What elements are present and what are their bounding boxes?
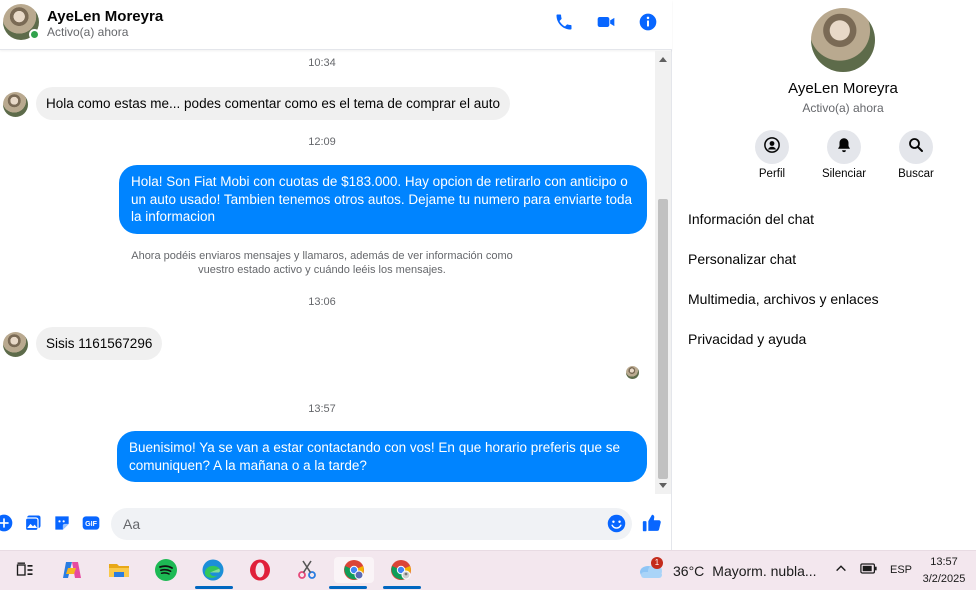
menu-item-media-files-links[interactable]: Multimedia, archivos y enlaces	[688, 290, 879, 330]
battery-icon[interactable]	[860, 562, 878, 578]
contact-name[interactable]: AyeLen Moreyra	[47, 8, 163, 25]
chrome-profile-2-icon[interactable]	[383, 557, 421, 589]
message-input-placeholder: Aa	[123, 516, 141, 532]
seen-indicator-avatar	[626, 366, 639, 379]
message-line: un auto usado! Tambien tenemos otros aut…	[131, 191, 633, 207]
weather-description: Mayorm. nubla...	[712, 562, 817, 579]
menu-item-chat-info[interactable]: Información del chat	[688, 210, 879, 250]
scroll-thumb[interactable]	[658, 199, 668, 479]
taskbar-apps	[12, 557, 421, 589]
taskbar-clock[interactable]: 13:57 3/2/2025	[912, 554, 976, 588]
system-note-line: vuestro estado activo y cuándo leéis los…	[198, 264, 446, 276]
profile-label: Perfil	[758, 168, 786, 180]
message-avatar[interactable]	[3, 92, 28, 117]
windows-taskbar: 1 36°C Mayorm. nubla... ESP 13:57 3/2/20…	[0, 550, 976, 590]
header-actions	[554, 12, 658, 32]
info-icon[interactable]	[638, 12, 658, 32]
clock-time: 13:57	[930, 556, 958, 568]
plus-icon[interactable]	[0, 513, 14, 533]
spotify-icon[interactable]	[153, 557, 179, 583]
gif-label: GIF	[85, 520, 97, 528]
emoji-icon[interactable]	[606, 513, 627, 534]
video-camera-icon[interactable]	[596, 12, 616, 32]
gallery-icon[interactable]	[23, 513, 43, 533]
outgoing-message[interactable]: Buenisimo! Ya se van a estar contactando…	[117, 431, 647, 482]
scroll-down-arrow-icon[interactable]	[659, 483, 667, 488]
chevron-up-icon[interactable]	[834, 561, 848, 578]
snipping-tool-icon[interactable]	[294, 557, 320, 583]
bell-icon	[835, 136, 853, 159]
search-label: Buscar	[898, 168, 934, 180]
message-line: Hola! Son Fiat Mobi con cuotas de $183.0…	[131, 174, 628, 189]
sidebar-menu: Información del chat Personalizar chat M…	[688, 210, 879, 370]
weather-temperature: 36°C	[673, 562, 705, 579]
message-composer: GIF Aa	[0, 502, 672, 546]
contact-avatar[interactable]	[3, 4, 40, 40]
message-text: Sisis 1161567296	[46, 336, 153, 351]
message-text: Hola como estas me... podes comentar com…	[46, 96, 500, 111]
sidebar-actions: Perfil Silenciar Buscar	[751, 130, 937, 180]
sidebar-avatar[interactable]	[811, 8, 875, 72]
copilot-icon[interactable]	[59, 557, 85, 583]
file-explorer-icon[interactable]	[106, 557, 132, 583]
timestamp: 12:09	[308, 136, 336, 148]
timestamp: 10:34	[308, 57, 336, 69]
message-line: la informacion	[131, 209, 216, 224]
phone-icon[interactable]	[554, 12, 574, 32]
incoming-message[interactable]: Hola como estas me... podes comentar com…	[36, 87, 510, 120]
system-note: Ahora podéis enviaros mensajes y llamaro…	[120, 249, 524, 277]
menu-item-customize-chat[interactable]: Personalizar chat	[688, 250, 879, 290]
like-icon[interactable]	[641, 512, 663, 534]
gif-icon[interactable]: GIF	[81, 513, 101, 533]
message-avatar[interactable]	[3, 332, 28, 357]
timestamp: 13:57	[308, 403, 336, 415]
search-button[interactable]: Buscar	[895, 130, 937, 180]
search-icon	[907, 136, 925, 159]
chat-panel: AyeLen Moreyra Activo(a) ahora 10:34 Hol…	[0, 0, 672, 550]
message-list[interactable]: 10:34 Hola como estas me... podes coment…	[0, 51, 656, 494]
system-note-line: Ahora podéis enviaros mensajes y llamaro…	[131, 250, 513, 262]
incoming-message[interactable]: Sisis 1161567296	[36, 327, 163, 360]
weather-notification-badge: 1	[651, 557, 663, 569]
cloudy-weather-icon: 1	[637, 557, 665, 582]
outgoing-message[interactable]: Hola! Son Fiat Mobi con cuotas de $183.0…	[119, 165, 647, 234]
message-input[interactable]: Aa	[111, 508, 632, 540]
language-indicator[interactable]: ESP	[890, 564, 912, 576]
chrome-profile-1-icon[interactable]	[329, 557, 374, 589]
sidebar-contact-status: Activo(a) ahora	[802, 101, 884, 115]
profile-icon	[763, 136, 781, 159]
task-view-icon[interactable]	[12, 557, 38, 583]
mute-label: Silenciar	[821, 168, 867, 180]
message-line: comuniquen? A la mañana o a la tarde?	[129, 457, 367, 473]
sticker-icon[interactable]	[52, 513, 72, 533]
messenger-app: AyeLen Moreyra Activo(a) ahora 10:34 Hol…	[0, 0, 976, 550]
contact-status: Activo(a) ahora	[47, 25, 129, 39]
clock-date: 3/2/2025	[922, 573, 966, 585]
online-indicator	[29, 29, 40, 40]
mute-button[interactable]: Silenciar	[822, 130, 866, 180]
scroll-up-arrow-icon[interactable]	[659, 57, 667, 62]
message-line: Buenisimo! Ya se van a estar contactando…	[129, 440, 621, 455]
profile-button[interactable]: Perfil	[751, 130, 793, 180]
timestamp: 13:06	[308, 296, 336, 308]
composer-actions: GIF	[0, 513, 101, 533]
weather-widget[interactable]: 1 36°C Mayorm. nubla...	[637, 557, 817, 582]
message-scrollbar[interactable]	[655, 51, 671, 494]
sidebar-contact-name: AyeLen Moreyra	[788, 80, 898, 97]
chat-header: AyeLen Moreyra Activo(a) ahora	[0, 0, 672, 50]
chat-details-sidebar: AyeLen Moreyra Activo(a) ahora Perfil Si…	[673, 0, 976, 550]
system-tray: ESP	[834, 561, 912, 578]
edge-icon[interactable]	[195, 557, 233, 589]
menu-item-privacy-help[interactable]: Privacidad y ayuda	[688, 330, 879, 370]
opera-icon[interactable]	[247, 557, 273, 583]
